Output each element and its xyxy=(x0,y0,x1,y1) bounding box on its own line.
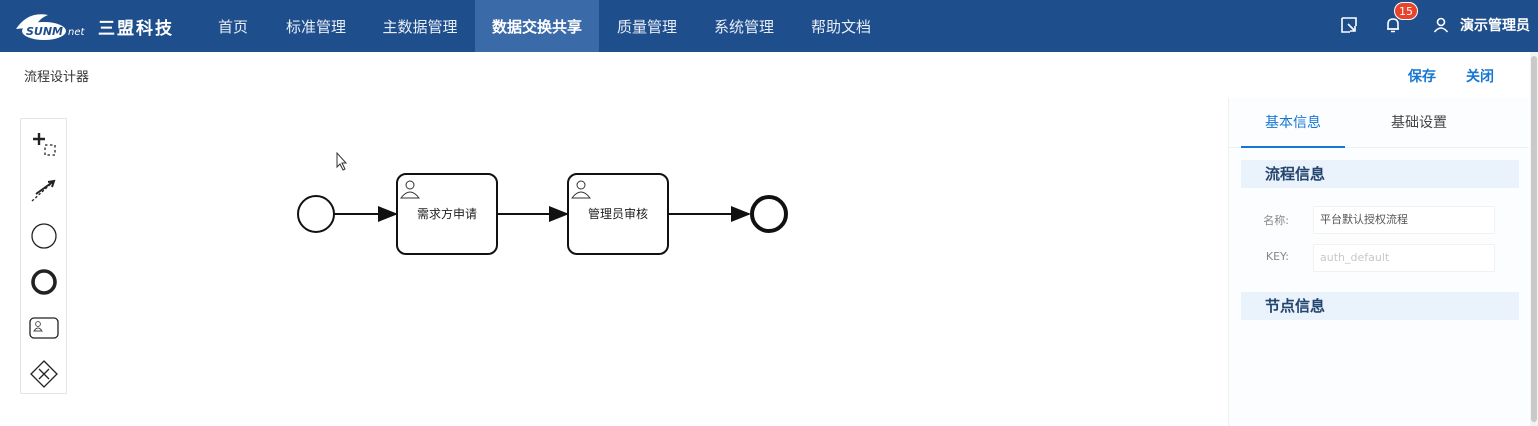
brand-logo[interactable]: SUNM net 三盟科技 xyxy=(14,6,174,46)
close-button[interactable]: 关闭 xyxy=(1466,66,1494,86)
task-applicant[interactable]: 需求方申请 xyxy=(396,173,498,255)
start-event-icon[interactable] xyxy=(27,219,61,253)
section-node-info[interactable]: 节点信息 xyxy=(1241,292,1519,320)
bpmn-palette xyxy=(20,118,67,394)
nav-home[interactable]: 首页 xyxy=(206,0,260,52)
end-event-icon[interactable] xyxy=(27,265,61,299)
name-field[interactable]: 平台默认授权流程 xyxy=(1313,206,1495,234)
end-event[interactable] xyxy=(750,195,788,233)
nav-data-exchange[interactable]: 数据交换共享 xyxy=(475,0,599,52)
name-label: 名称: xyxy=(1263,214,1289,227)
top-navbar: SUNM net 三盟科技 首页 标准管理 主数据管理 数据交换共享 质量管理 … xyxy=(0,0,1538,52)
page-scrollbar-thumb[interactable] xyxy=(1531,56,1537,422)
task-label: 管理员审核 xyxy=(588,206,648,221)
user-icon[interactable] xyxy=(1430,14,1452,36)
properties-panel: 基本信息 基础设置 流程信息 名称: 平台默认授权流程 KEY: auth_de… xyxy=(1228,98,1529,426)
exclusive-gateway-icon[interactable] xyxy=(27,357,61,391)
nav-quality[interactable]: 质量管理 xyxy=(606,0,688,52)
svg-text:SUNM: SUNM xyxy=(26,25,63,38)
lasso-tool-icon[interactable] xyxy=(27,127,61,161)
section-process-info[interactable]: 流程信息 xyxy=(1241,160,1519,188)
page-title: 流程设计器 xyxy=(24,70,90,85)
task-label: 需求方申请 xyxy=(417,206,477,221)
svg-text:net: net xyxy=(68,27,85,38)
tab-basic-info[interactable]: 基本信息 xyxy=(1241,98,1345,148)
bpmn-diagram: 需求方申请 管理员审核 xyxy=(297,151,788,255)
nav-standards[interactable]: 标准管理 xyxy=(276,0,356,52)
save-button[interactable]: 保存 xyxy=(1408,66,1436,86)
key-field[interactable]: auth_default xyxy=(1313,244,1495,272)
nav-master-data[interactable]: 主数据管理 xyxy=(372,0,468,52)
nav-system[interactable]: 系统管理 xyxy=(703,0,785,52)
bpmn-canvas[interactable]: 需求方申请 管理员审核 xyxy=(70,100,1220,420)
user-task-icon[interactable] xyxy=(27,311,61,345)
connect-tool-icon[interactable] xyxy=(27,173,61,207)
tab-basic-settings[interactable]: 基础设置 xyxy=(1369,98,1469,148)
sunmnet-logo-icon: SUNM net xyxy=(16,14,85,40)
start-event[interactable] xyxy=(297,195,335,233)
task-admin-review[interactable]: 管理员审核 xyxy=(567,173,669,255)
notification-badge: 15 xyxy=(1394,2,1418,20)
key-label: KEY: xyxy=(1265,250,1289,263)
fullscreen-exit-icon[interactable] xyxy=(1338,14,1360,36)
company-name: 三盟科技 xyxy=(98,18,174,39)
user-name[interactable]: 演示管理员 xyxy=(1460,0,1530,52)
nav-help[interactable]: 帮助文档 xyxy=(800,0,882,52)
panel-tabs: 基本信息 基础设置 xyxy=(1229,98,1529,148)
mouse-pointer-icon xyxy=(336,151,348,171)
